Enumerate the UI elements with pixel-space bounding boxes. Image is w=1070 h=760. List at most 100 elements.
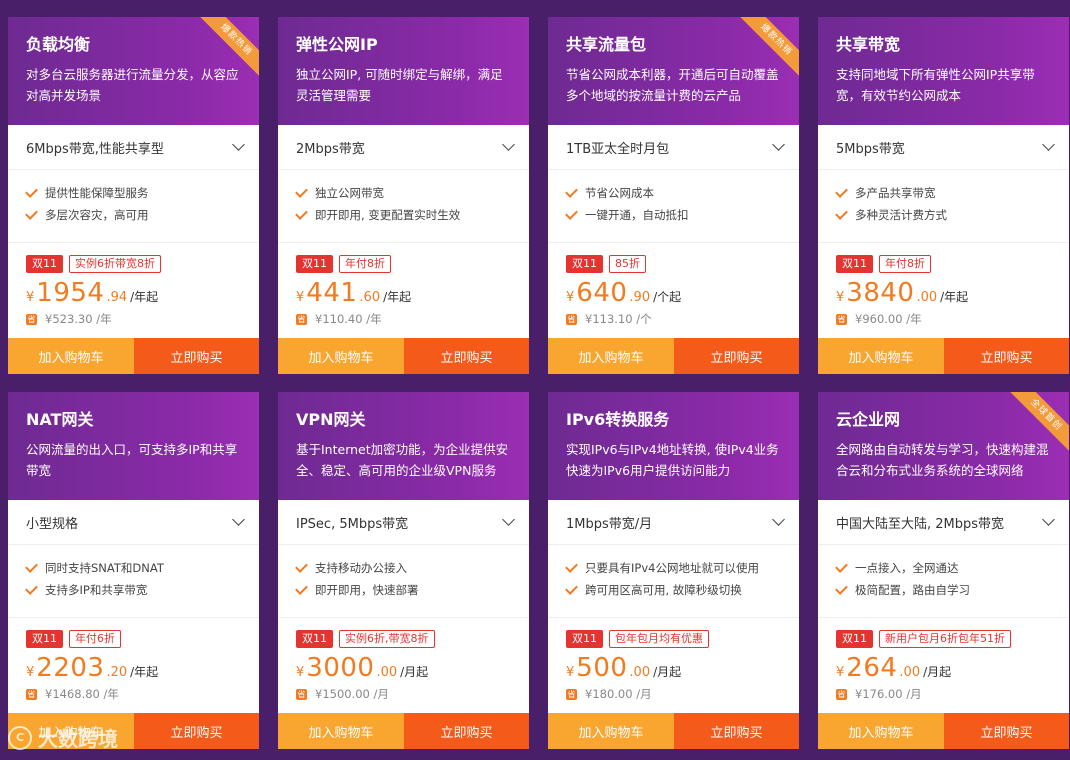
spec-select[interactable]: 1Mbps带宽/月 <box>548 500 799 545</box>
chevron-down-icon <box>772 513 785 526</box>
badge-row: 双11 85折 <box>566 254 781 274</box>
buy-now-button[interactable]: 立即购买 <box>134 338 259 374</box>
product-title: VPN网关 <box>296 410 366 429</box>
original-price-row: 省 ¥1468.80 /年 <box>26 686 241 702</box>
original-price: ¥960.00 /年 <box>855 312 922 326</box>
card-header: 负载均衡 对多台云服务器进行流量分发，从容应对高并发场景 爆款热销 <box>8 17 259 125</box>
check-icon <box>295 184 308 198</box>
currency-symbol: ¥ <box>26 290 35 305</box>
spec-select[interactable]: 小型规格 <box>8 500 259 545</box>
currency-symbol: ¥ <box>836 290 845 305</box>
price-unit: /年起 <box>130 665 159 679</box>
watermark-logo-icon: C <box>8 725 32 750</box>
currency-symbol: ¥ <box>836 665 845 680</box>
price: ¥1954.94/年起 <box>26 278 241 308</box>
price-integer: 264 <box>846 653 898 683</box>
price-unit: /月起 <box>653 665 682 679</box>
chevron-down-icon <box>1042 513 1055 526</box>
feature-item: 即开即用，快速部署 <box>295 579 511 601</box>
feature-text: 一键开通，自动抵扣 <box>585 208 689 222</box>
badge-row: 双11 年付8折 <box>836 254 1051 274</box>
card-actions: 加入购物车 立即购买 <box>548 338 799 374</box>
add-to-cart-button[interactable]: 加入购物车 <box>818 713 944 749</box>
spec-select[interactable]: 5Mbps带宽 <box>818 125 1069 170</box>
original-price: ¥523.30 /年 <box>45 312 112 326</box>
price-decimal: .94 <box>106 290 128 305</box>
add-to-cart-button[interactable]: 加入购物车 <box>8 338 134 374</box>
add-to-cart-button[interactable]: 加入购物车 <box>548 338 674 374</box>
add-to-cart-button[interactable]: 加入购物车 <box>548 713 674 749</box>
check-icon <box>565 206 578 220</box>
double11-badge: 双11 <box>566 630 603 648</box>
buy-now-button[interactable]: 立即购买 <box>944 713 1069 749</box>
check-icon <box>835 559 848 573</box>
feature-list: 多产品共享带宽 多种灵活计费方式 <box>818 170 1069 243</box>
price-integer: 1954 <box>36 278 105 308</box>
feature-text: 独立公网带宽 <box>315 186 384 200</box>
spec-select[interactable]: 中国大陆至大陆, 2Mbps带宽 <box>818 500 1069 545</box>
buy-now-button[interactable]: 立即购买 <box>944 338 1069 374</box>
check-icon <box>295 206 308 220</box>
spec-select[interactable]: 2Mbps带宽 <box>278 125 529 170</box>
save-icon: 省 <box>566 313 577 325</box>
spec-select[interactable]: 1TB亚太全时月包 <box>548 125 799 170</box>
original-price-row: 省 ¥1500.00 /月 <box>296 686 511 702</box>
product-card: IPv6转换服务 实现IPv6与IPv4地址转换, 使IPv4业务快速为IPv6用… <box>548 392 799 749</box>
discount-badge: 年付6折 <box>69 630 121 648</box>
check-icon <box>25 581 38 595</box>
save-icon: 省 <box>296 313 307 325</box>
double11-badge: 双11 <box>26 630 63 648</box>
card-actions: 加入购物车 立即购买 <box>818 713 1069 749</box>
buy-now-button[interactable]: 立即购买 <box>674 338 799 374</box>
buy-now-button[interactable]: 立即购买 <box>134 713 259 749</box>
check-icon <box>295 581 308 595</box>
original-price: ¥1500.00 /月 <box>315 687 389 701</box>
product-title: 共享流量包 <box>566 35 647 54</box>
discount-badge: 年付8折 <box>339 255 391 273</box>
spec-select-value: 5Mbps带宽 <box>836 141 905 157</box>
feature-text: 一点接入，全网通达 <box>855 561 959 575</box>
feature-item: 一点接入，全网通达 <box>835 557 1051 579</box>
discount-badge: 实例6折,带宽8折 <box>339 630 435 648</box>
price-integer: 2203 <box>36 653 105 683</box>
price-integer: 3840 <box>846 278 915 308</box>
check-icon <box>25 184 38 198</box>
spec-select[interactable]: 6Mbps带宽,性能共享型 <box>8 125 259 170</box>
add-to-cart-button[interactable]: 加入购物车 <box>278 338 404 374</box>
card-header: 共享带宽 支持同地域下所有弹性公网IP共享带宽，有效节约公网成本 <box>818 17 1069 125</box>
chevron-down-icon <box>772 138 785 151</box>
product-card: VPN网关基于Internet加密功能，为企业提供安全、稳定、高可用的企业级VP… <box>278 392 529 749</box>
currency-symbol: ¥ <box>26 665 35 680</box>
original-price-row: 省 ¥110.40 /年 <box>296 311 511 327</box>
buy-now-button[interactable]: 立即购买 <box>404 338 529 374</box>
buy-now-button[interactable]: 立即购买 <box>404 713 529 749</box>
original-price-row: 省 ¥960.00 /年 <box>836 311 1051 327</box>
save-icon: 省 <box>566 688 577 700</box>
feature-list: 同时支持SNAT和DNAT 支持多IP和共享带宽 <box>8 545 259 618</box>
card-actions: 加入购物车 立即购买 <box>818 338 1069 374</box>
spec-select[interactable]: IPSec, 5Mbps带宽 <box>278 500 529 545</box>
buy-now-button[interactable]: 立即购买 <box>674 713 799 749</box>
price-decimal: .60 <box>359 290 381 305</box>
add-to-cart-button[interactable]: 加入购物车 <box>278 713 404 749</box>
feature-text: 提供性能保障型服务 <box>45 186 149 200</box>
feature-item: 提供性能保障型服务 <box>25 182 241 204</box>
save-icon: 省 <box>836 688 847 700</box>
spec-select-value: 6Mbps带宽,性能共享型 <box>26 141 164 157</box>
product-description: 基于Internet加密功能，为企业提供安全、稳定、高可用的企业级VPN服务 <box>296 442 509 478</box>
spec-select-value: 小型规格 <box>26 516 79 532</box>
product-description: 公网流量的出入口，可支持多IP和共享带宽 <box>26 442 238 478</box>
product-description: 实现IPv6与IPv4地址转换, 使IPv4业务快速为IPv6用户提供访问能力 <box>566 442 779 478</box>
add-to-cart-button[interactable]: 加入购物车 <box>818 338 944 374</box>
product-title: 弹性公网IP <box>296 35 378 54</box>
price-unit: /年起 <box>383 290 412 304</box>
price-unit: /年起 <box>940 290 969 304</box>
price-unit: /月起 <box>923 665 952 679</box>
badge-row: 双11 新用户包月6折包年51折 <box>836 629 1051 649</box>
chevron-down-icon <box>232 513 245 526</box>
product-title: 云企业网 <box>836 410 901 429</box>
chevron-down-icon <box>502 138 515 151</box>
feature-item: 同时支持SNAT和DNAT <box>25 557 241 579</box>
feature-list: 提供性能保障型服务 多层次容灾，高可用 <box>8 170 259 243</box>
price-area: 双11 年付8折 ¥3840.00/年起省 ¥960.00 /年 <box>818 243 1069 339</box>
